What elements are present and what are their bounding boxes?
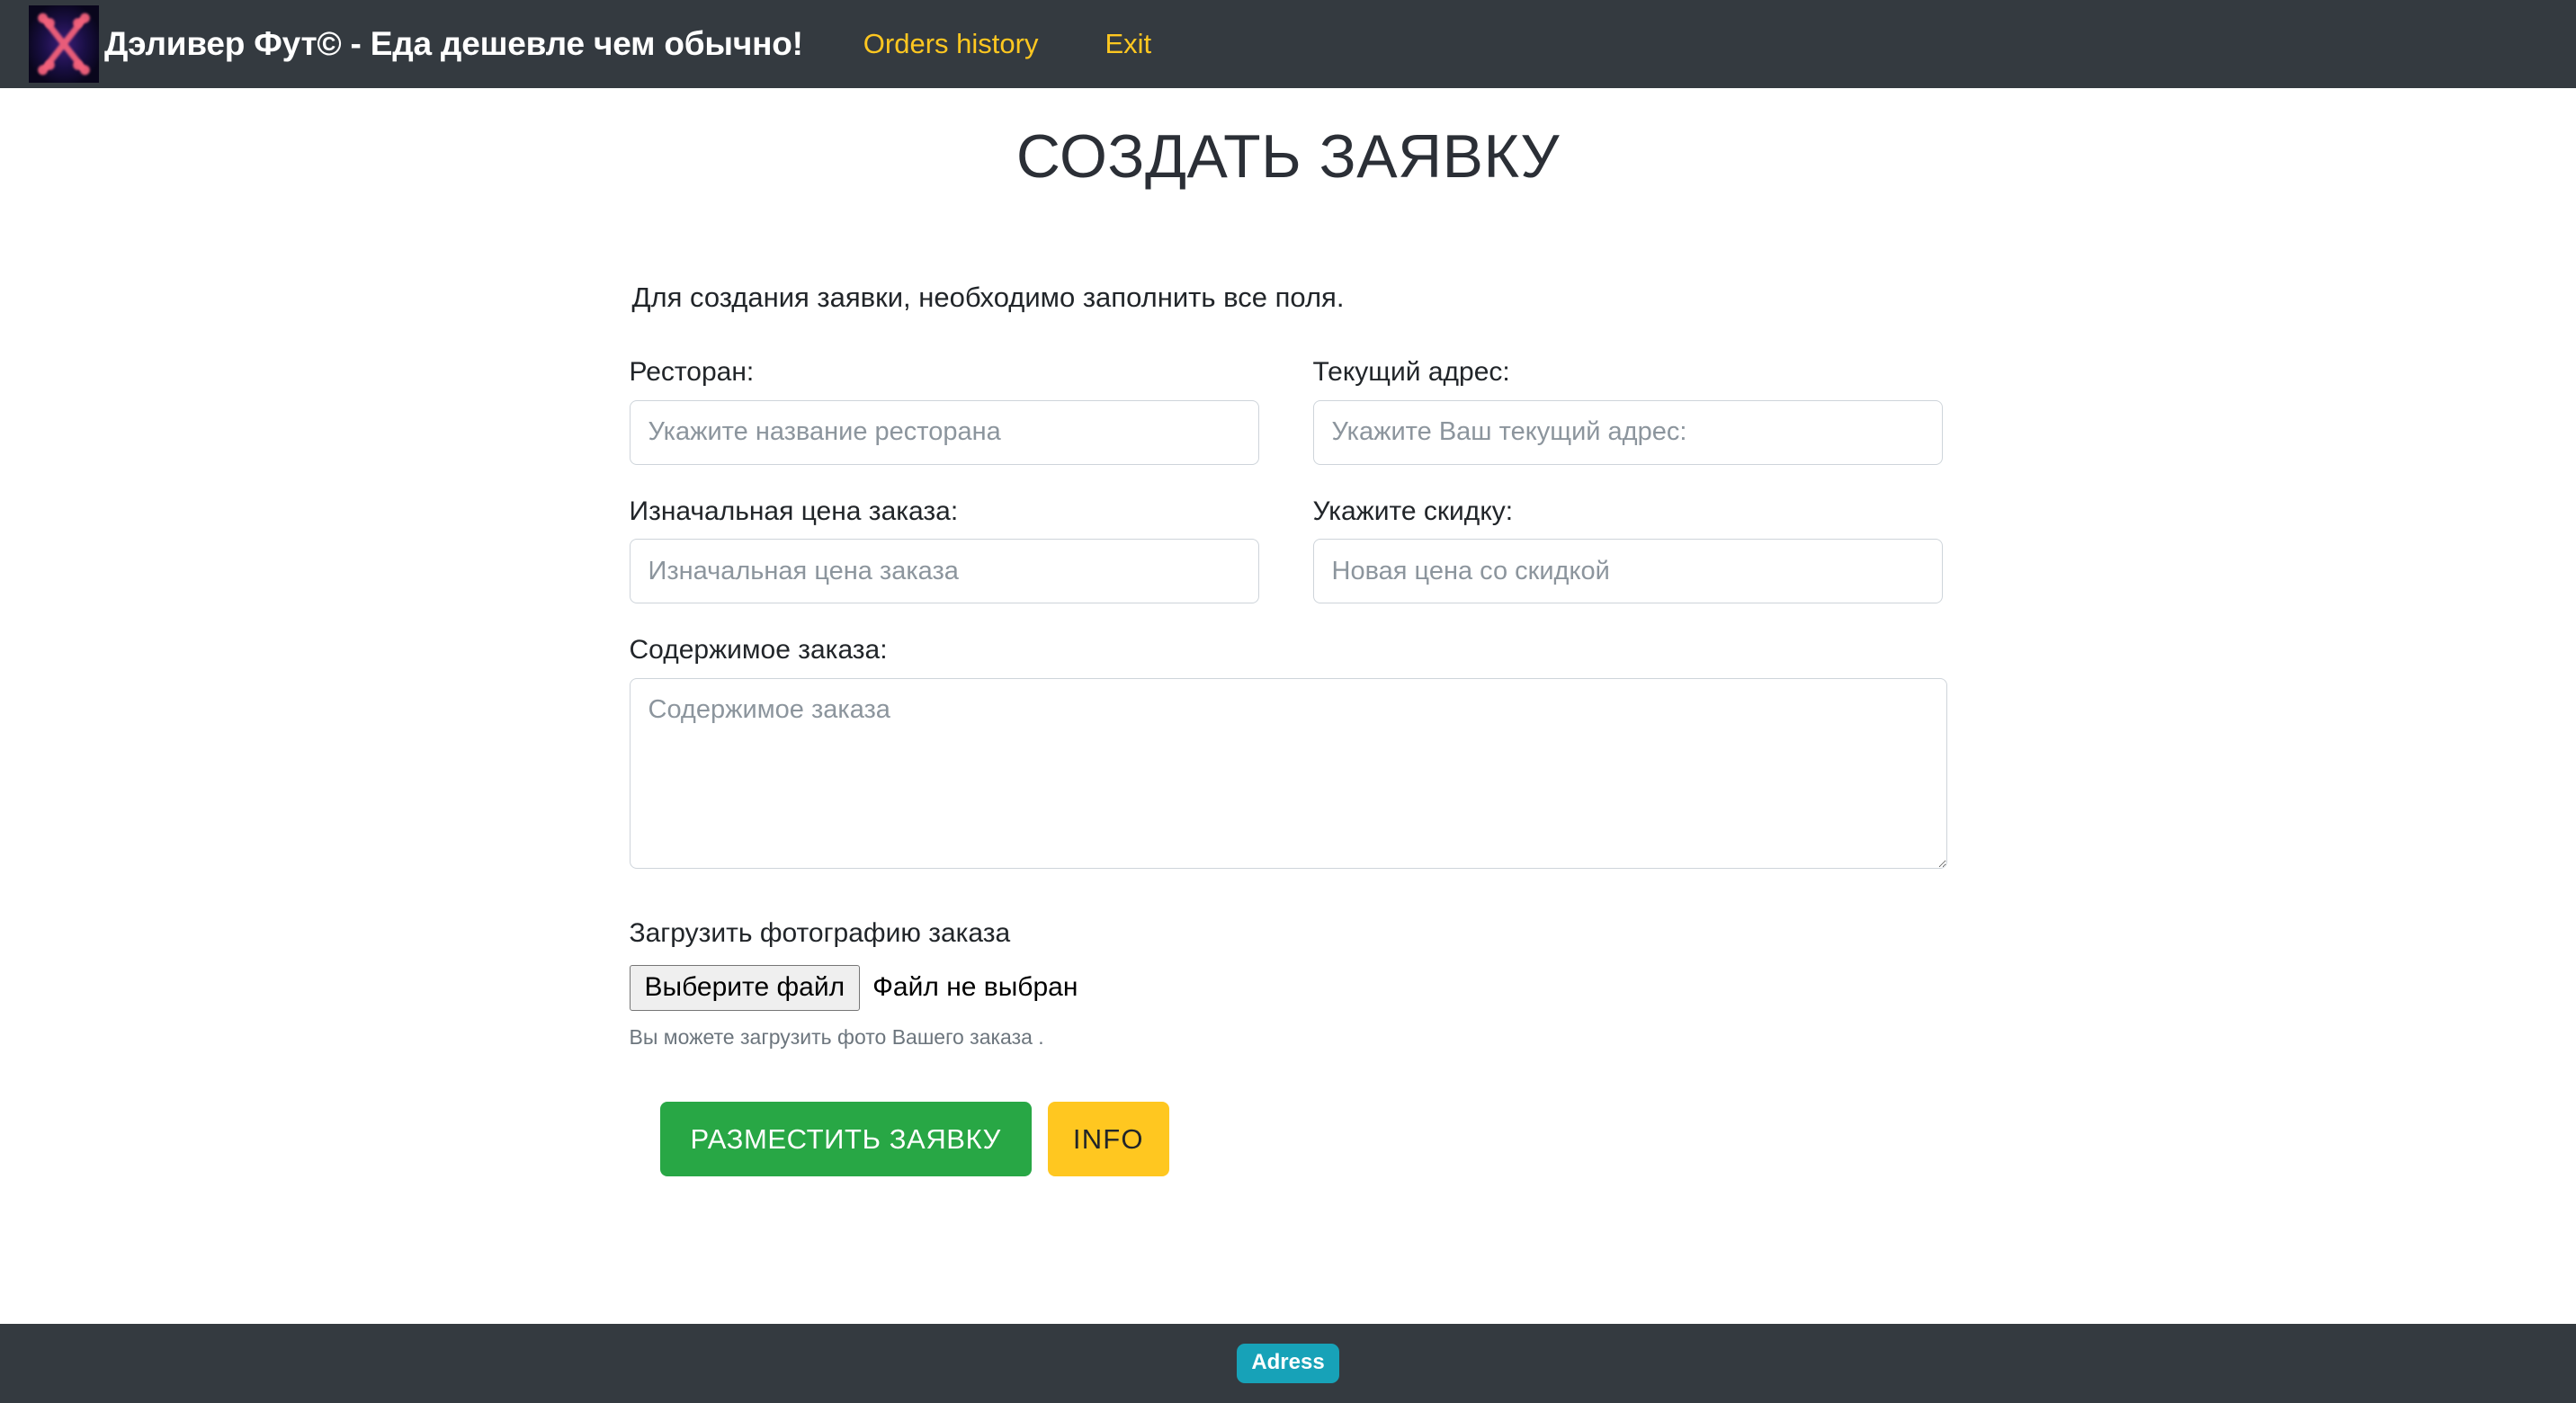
footer-adress-badge[interactable]: Adress (1237, 1344, 1338, 1383)
label-discount: Укажите скидку: (1313, 495, 1943, 529)
nav-link-orders-history[interactable]: Orders history (863, 28, 1039, 60)
field-group-order-content: Содержимое заказа: (630, 633, 1947, 869)
footer: Adress (0, 1324, 2576, 1403)
file-status-text: Файл не выбран (872, 972, 1078, 1003)
address-input[interactable] (1313, 400, 1943, 465)
form-row-1: Ресторан: Текущий адрес: (630, 355, 1947, 465)
nav-links: Orders history Exit (863, 28, 1151, 60)
label-restaurant: Ресторан: (630, 355, 1259, 389)
nav-link-exit[interactable]: Exit (1105, 28, 1151, 60)
page-title: СОЗДАТЬ ЗАЯВКУ (0, 121, 2576, 192)
order-content-textarea[interactable] (630, 678, 1947, 869)
form-row-2: Изначальная цена заказа: Укажите скидку: (630, 495, 1947, 604)
initial-price-input[interactable] (630, 539, 1259, 603)
row-spacer (630, 465, 1947, 495)
upload-hint-text: Вы можете загрузить фото Вашего заказа . (630, 1025, 1947, 1050)
field-group-restaurant: Ресторан: (630, 355, 1259, 465)
label-initial-price: Изначальная цена заказа: (630, 495, 1259, 529)
upload-section: Загрузить фотографию заказа Выберите фай… (630, 918, 1947, 1050)
form-actions: РАЗМЕСТИТЬ ЗАЯВКУ INFO (630, 1102, 1947, 1176)
intro-text: Для создания заявки, необходимо заполнит… (630, 281, 1947, 314)
label-address: Текущий адрес: (1313, 355, 1943, 389)
label-upload-photo: Загрузить фотографию заказа (630, 918, 1947, 949)
brand-link[interactable]: Дэливер Фут© - Еда дешевле чем обычно! (29, 5, 803, 83)
restaurant-input[interactable] (630, 400, 1259, 465)
info-button[interactable]: INFO (1048, 1102, 1169, 1176)
brand-title: Дэливер Фут© - Еда дешевле чем обычно! (104, 25, 803, 63)
discount-input[interactable] (1313, 539, 1943, 603)
form-container: Для создания заявки, необходимо заполнит… (630, 281, 1947, 1176)
navbar: Дэливер Фут© - Еда дешевле чем обычно! O… (0, 0, 2576, 88)
create-order-form: Ресторан: Текущий адрес: Изначальная цен… (630, 355, 1947, 1176)
field-group-discount: Укажите скидку: (1313, 495, 1943, 604)
label-order-content: Содержимое заказа: (630, 633, 1947, 667)
submit-order-button[interactable]: РАЗМЕСТИТЬ ЗАЯВКУ (660, 1102, 1032, 1176)
field-group-initial-price: Изначальная цена заказа: (630, 495, 1259, 604)
crossed-bones-logo-icon (29, 5, 99, 83)
choose-file-button[interactable]: Выберите файл (630, 965, 861, 1011)
file-input-row[interactable]: Выберите файл Файл не выбран (630, 965, 1947, 1011)
field-group-address: Текущий адрес: (1313, 355, 1943, 465)
